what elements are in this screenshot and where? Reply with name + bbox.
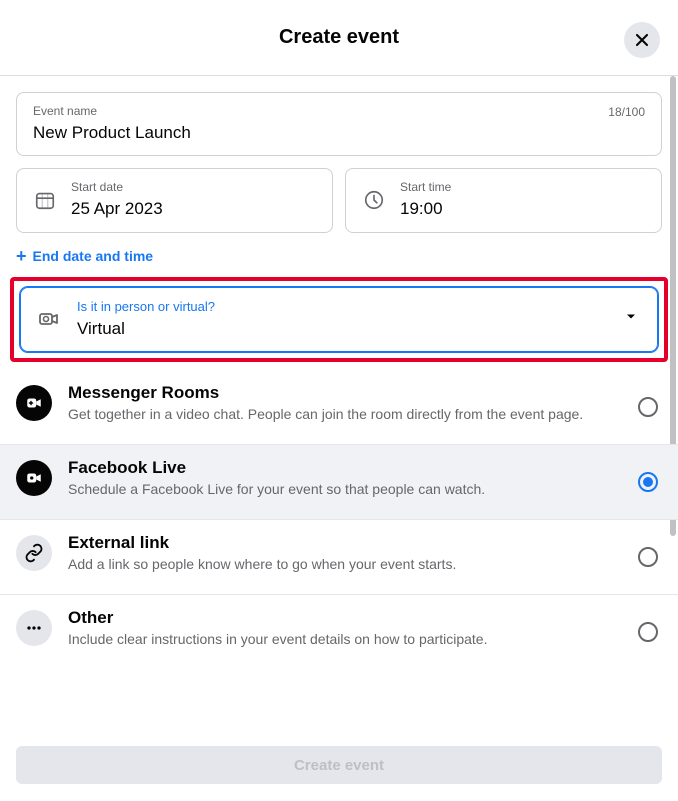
radio-unchecked[interactable]: [638, 622, 658, 642]
radio-unchecked[interactable]: [638, 547, 658, 567]
clock-icon: [362, 189, 386, 211]
add-end-label: End date and time: [33, 248, 154, 264]
radio-unchecked[interactable]: [638, 397, 658, 417]
event-name-value: New Product Launch: [33, 120, 645, 146]
close-icon: [632, 30, 652, 50]
location-type-label: Is it in person or virtual?: [77, 298, 215, 316]
event-name-field[interactable]: Event name New Product Launch 18/100: [16, 92, 662, 156]
event-name-label: Event name: [33, 103, 645, 120]
calendar-icon: [33, 189, 57, 211]
option-facebook-live[interactable]: Facebook Live Schedule a Facebook Live f…: [0, 445, 678, 520]
option-messenger-rooms[interactable]: Messenger Rooms Get together in a video …: [0, 370, 678, 445]
external-link-icon: [16, 535, 52, 571]
option-desc: Include clear instructions in your event…: [68, 630, 622, 649]
option-desc: Add a link so people know where to go wh…: [68, 555, 622, 574]
start-date-label: Start date: [71, 179, 163, 196]
start-date-value: 25 Apr 2023: [71, 196, 163, 222]
chevron-down-icon: [623, 309, 639, 330]
start-time-value: 19:00: [400, 196, 451, 222]
add-end-date-link[interactable]: + End date and time: [16, 243, 153, 269]
start-time-field[interactable]: Start time 19:00: [345, 168, 662, 232]
date-time-row: Start date 25 Apr 2023 Start time 19:00: [16, 168, 662, 232]
dialog-header: Create event: [0, 0, 678, 76]
facebook-live-icon: [16, 460, 52, 496]
option-external-link[interactable]: External link Add a link so people know …: [0, 520, 678, 595]
option-title: Other: [68, 607, 622, 630]
option-desc: Schedule a Facebook Live for your event …: [68, 480, 622, 499]
dialog-title: Create event: [279, 26, 399, 49]
virtual-options-list: Messenger Rooms Get together in a video …: [0, 370, 678, 668]
dialog-content: Event name New Product Launch 18/100 Sta…: [0, 76, 678, 731]
option-other[interactable]: Other Include clear instructions in your…: [0, 595, 678, 669]
option-desc: Get together in a video chat. People can…: [68, 405, 622, 424]
close-button[interactable]: [624, 22, 660, 58]
location-type-value: Virtual: [77, 316, 215, 342]
event-name-counter: 18/100: [608, 105, 645, 119]
start-time-label: Start time: [400, 179, 451, 196]
video-camera-icon: [37, 307, 61, 331]
plus-icon: +: [16, 247, 27, 265]
option-title: Messenger Rooms: [68, 382, 622, 405]
messenger-rooms-icon: [16, 385, 52, 421]
create-event-button[interactable]: Create event: [16, 746, 662, 784]
other-ellipsis-icon: [16, 610, 52, 646]
radio-checked[interactable]: [638, 472, 658, 492]
location-type-select[interactable]: Is it in person or virtual? Virtual: [20, 287, 658, 353]
option-title: Facebook Live: [68, 457, 622, 480]
location-type-highlight: Is it in person or virtual? Virtual: [10, 277, 668, 363]
create-event-label: Create event: [294, 757, 384, 774]
start-date-field[interactable]: Start date 25 Apr 2023: [16, 168, 333, 232]
option-title: External link: [68, 532, 622, 555]
dialog-footer: Create event: [0, 731, 678, 801]
